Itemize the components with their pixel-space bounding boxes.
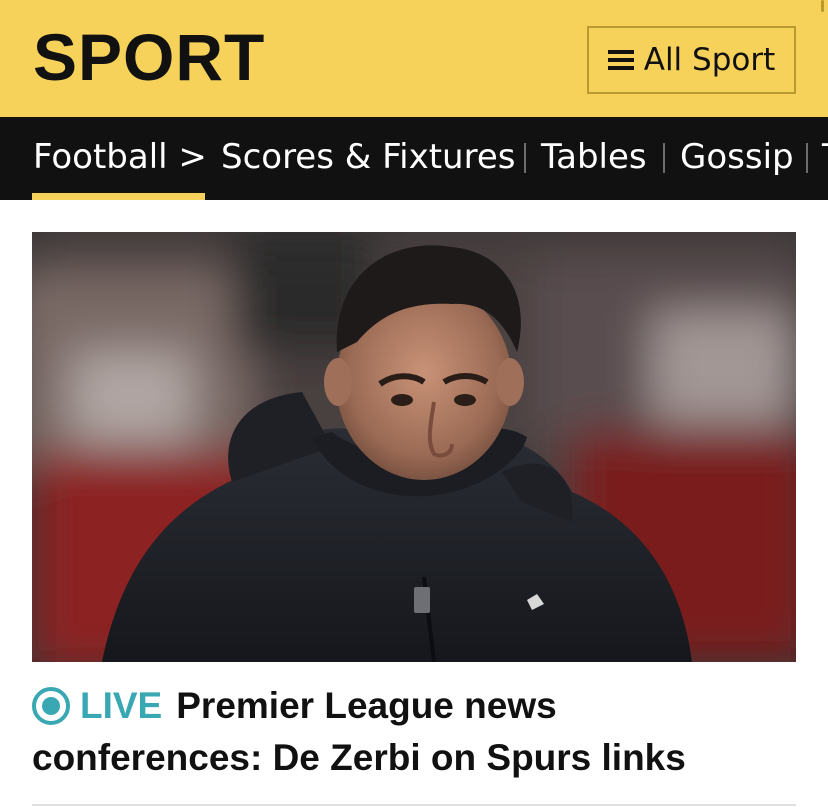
sport-logo[interactable]: SPORT [33, 22, 265, 92]
active-nav-underline [32, 193, 205, 200]
nav-divider [663, 143, 665, 173]
live-indicator-icon [32, 687, 70, 725]
site-header: SPORT All Sport [0, 0, 828, 117]
divider [32, 804, 796, 806]
article-headline-link[interactable]: LIVE Premier League news conferences: De … [32, 680, 796, 784]
section-nav: Football > Scores & Fixtures Tables Goss… [0, 117, 828, 200]
manager-photo [32, 232, 796, 662]
nav-item-tables[interactable]: Tables [541, 135, 647, 179]
scroll-indicator [821, 0, 824, 12]
nav-item-truncated[interactable]: T [822, 135, 828, 179]
article-hero-image[interactable] [32, 232, 796, 662]
nav-item-scores-fixtures[interactable]: Scores & Fixtures [221, 135, 515, 179]
hamburger-menu-icon [607, 50, 634, 70]
nav-item-gossip[interactable]: Gossip [680, 135, 794, 179]
live-label: LIVE [80, 685, 163, 726]
all-sport-label: All Sport [643, 42, 776, 78]
nav-item-football[interactable]: Football > [33, 135, 207, 179]
nav-divider [524, 143, 526, 173]
nav-divider [806, 143, 808, 173]
all-sport-button[interactable]: All Sport [587, 26, 796, 94]
